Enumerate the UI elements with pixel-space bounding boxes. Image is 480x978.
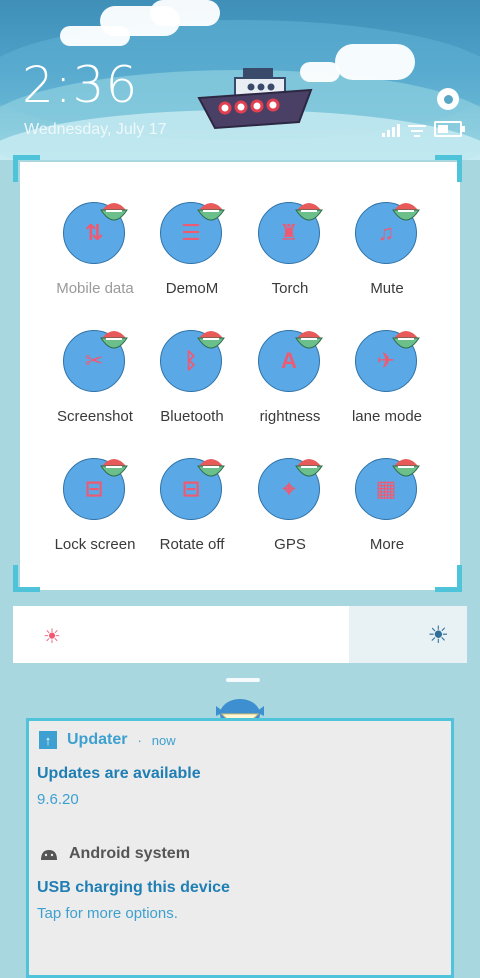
tile-mute[interactable]: ♫ Mute xyxy=(332,202,442,330)
clock[interactable]: 2:36 xyxy=(22,56,138,114)
boat-illustration xyxy=(197,68,313,130)
notification-card[interactable]: ↑ Updater · now Updates are available 9.… xyxy=(26,718,454,978)
whale-badge-icon xyxy=(100,459,128,477)
whale-badge-icon xyxy=(295,203,323,221)
tile-rotate-off[interactable]: ⊟ Rotate off xyxy=(137,458,247,586)
upload-arrow-icon: ↑ xyxy=(39,731,57,749)
tile-torch[interactable]: ♜ Torch xyxy=(235,202,345,330)
battery-level xyxy=(438,125,449,133)
panel-corner xyxy=(435,155,462,182)
tile-airplane-mode[interactable]: ✈ lane mode xyxy=(332,330,442,458)
tile-label: More xyxy=(369,536,405,553)
whale-badge-icon xyxy=(295,331,323,349)
brightness-fill xyxy=(13,606,349,663)
panel-corner xyxy=(13,565,40,592)
drag-handle[interactable] xyxy=(226,678,260,682)
app-name: Android system xyxy=(69,845,190,862)
brightness-slider[interactable]: ☀ ☀ xyxy=(13,606,467,663)
tile-bluetooth[interactable]: ᛒ Bluetooth xyxy=(137,330,247,458)
tile-gps[interactable]: ⌖ GPS xyxy=(235,458,345,586)
whale-badge-icon xyxy=(197,331,225,349)
brightness-high-icon: ☀ xyxy=(427,622,449,649)
tile-screenshot[interactable]: ✂ Screenshot xyxy=(40,330,150,458)
whale-badge-icon xyxy=(197,203,225,221)
tile-lock-screen[interactable]: ⊟ Lock screen xyxy=(40,458,150,586)
notification-header-updater: ↑ Updater · now xyxy=(39,731,176,749)
notification-time-prefix: · xyxy=(137,732,142,748)
settings-gear-icon[interactable] xyxy=(437,88,459,110)
notification-title[interactable]: USB charging this device xyxy=(37,879,230,897)
signal-icon xyxy=(382,123,400,137)
whale-badge-icon xyxy=(100,331,128,349)
status-icons xyxy=(382,121,465,137)
date-label[interactable]: Wednesday, July 17 xyxy=(24,121,167,139)
status-header: 2:36 Wednesday, July 17 xyxy=(0,0,480,160)
whale-badge-icon xyxy=(100,203,128,221)
panel-corner xyxy=(13,155,40,182)
cloud-decoration xyxy=(150,0,220,26)
whale-badge-icon xyxy=(392,203,420,221)
tile-brightness[interactable]: Arightness xyxy=(235,330,345,458)
whale-badge-icon xyxy=(197,459,225,477)
android-robot-icon xyxy=(41,850,57,860)
tile-label: Mute xyxy=(370,280,404,297)
brightness-low-icon: ☀ xyxy=(43,626,61,648)
whale-badge-icon xyxy=(392,459,420,477)
wifi-icon xyxy=(408,125,426,137)
tile-mobile-data[interactable]: ⇅ Mobile data xyxy=(40,202,150,330)
notification-body: 9.6.20 xyxy=(37,791,79,808)
notification-header-android: Android system xyxy=(39,845,190,863)
whale-badge-icon xyxy=(295,459,323,477)
tile-label: lane mode xyxy=(351,408,423,425)
notification-time: now xyxy=(151,732,176,748)
tile-demo-mode[interactable]: ☰ DemoM xyxy=(137,202,247,330)
battery-icon xyxy=(434,121,465,137)
notification-body: Tap for more options. xyxy=(37,905,178,922)
tile-more[interactable]: ▦ More xyxy=(332,458,442,586)
notification-title[interactable]: Updates are available xyxy=(37,765,201,783)
whale-badge-icon xyxy=(392,331,420,349)
cloud-decoration xyxy=(335,44,415,80)
cloud-decoration xyxy=(60,26,130,46)
app-name: Updater xyxy=(67,731,128,748)
